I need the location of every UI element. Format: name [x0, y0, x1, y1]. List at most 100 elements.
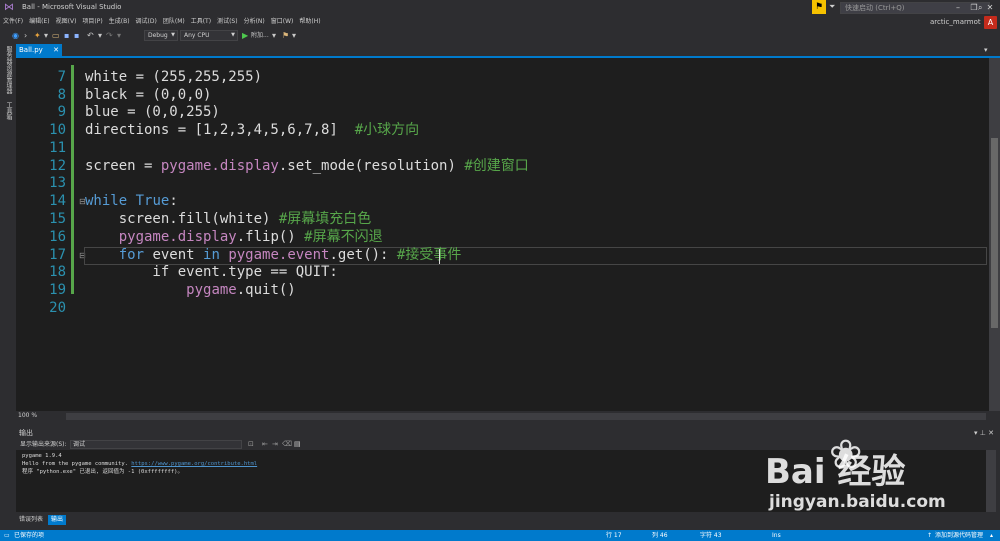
code-keyword: in — [203, 247, 220, 263]
code-text: directions = [1,2,3,4,5,6,7,8] — [85, 122, 355, 138]
status-insert-mode: Ins — [772, 532, 781, 539]
output-source-label: 显示输出来源(S): — [20, 441, 67, 448]
previous-message-icon[interactable]: ⇤ — [262, 439, 268, 450]
start-button-label[interactable]: 附加... — [251, 30, 269, 41]
undo-icon[interactable]: ↶ — [87, 30, 94, 41]
line-number: 7 — [57, 69, 66, 85]
chevron-down-icon[interactable]: ▾ — [974, 429, 978, 437]
save-icon[interactable]: ▪ — [64, 30, 69, 41]
redo-icon[interactable]: ↷ — [106, 30, 113, 41]
navigate-forward-icon[interactable]: › — [24, 30, 27, 41]
save-all-icon[interactable]: ▪ — [74, 30, 79, 41]
code-module: pygame.event — [228, 247, 330, 263]
tab-error-list[interactable]: 错误列表 — [16, 515, 46, 525]
menu-analyze[interactable]: 分析(N) — [241, 16, 268, 28]
menu-window[interactable]: 窗口(W) — [268, 16, 297, 28]
output-source-select[interactable]: 调试 — [70, 440, 242, 449]
chevron-down-icon[interactable]: ▾ — [98, 30, 102, 41]
code-keyword: while — [85, 193, 128, 209]
chevron-down-icon[interactable]: ▾ — [44, 30, 48, 41]
menu-edit[interactable]: 编辑(E) — [26, 16, 52, 28]
zoom-level-select[interactable]: 100 % — [18, 412, 37, 419]
chevron-down-icon: ▼ — [171, 32, 175, 38]
menu-view[interactable]: 视图(V) — [53, 16, 80, 28]
clear-all-icon[interactable]: ⌫ — [282, 439, 292, 450]
menu-tools[interactable]: 工具(T) — [188, 16, 214, 28]
chevron-up-icon[interactable]: ▴ — [990, 530, 993, 541]
code-text: .set_mode(resolution) — [278, 158, 465, 174]
avatar[interactable]: A — [984, 16, 997, 29]
notification-filter-icon[interactable]: ⏷ — [829, 2, 835, 12]
close-icon[interactable]: ✕ — [53, 44, 59, 56]
tab-ball-py[interactable]: Ball.py ✕ — [16, 44, 62, 56]
line-number: 12 — [49, 158, 66, 174]
add-to-source-control-button[interactable]: 添加到源代码管理 — [935, 530, 983, 541]
close-icon[interactable]: ✕ — [983, 2, 997, 14]
status-column: 列 46 — [652, 532, 668, 539]
code-line: while True: — [85, 193, 178, 210]
scrollbar-thumb[interactable] — [991, 138, 998, 328]
word-wrap-icon[interactable]: ▤ — [294, 439, 301, 450]
solution-platform-select[interactable]: Any CPU ▼ — [180, 30, 238, 41]
menu-project[interactable]: 项目(P) — [79, 16, 105, 28]
editor-horizontal-scrollbar[interactable] — [66, 413, 986, 420]
menu-test[interactable]: 测试(S) — [214, 16, 241, 28]
tab-output[interactable]: 输出 — [48, 515, 67, 525]
server-explorer-tab[interactable]: 服务器资源管理器 — [4, 46, 13, 94]
start-icon[interactable]: ▶ — [242, 30, 248, 41]
line-number: 20 — [49, 300, 66, 316]
code-editor[interactable]: 7 8 9 10 11 12 13 14 15 16 17 18 19 20 ⊟… — [16, 58, 989, 411]
restore-icon[interactable]: ❐ — [967, 2, 981, 14]
code-comment: #创建窗口 — [464, 158, 529, 174]
find-message-icon[interactable]: ⊡ — [248, 439, 254, 450]
line-number: 10 — [49, 122, 66, 138]
tab-list-dropdown-icon[interactable]: ▾ — [984, 46, 988, 54]
find-in-files-icon[interactable]: ⚑ — [282, 30, 289, 41]
line-number: 13 — [49, 175, 66, 191]
menu-debug[interactable]: 调试(D) — [133, 16, 160, 28]
panel-window-buttons[interactable]: ▾ ⊥ ✕ — [974, 428, 994, 439]
new-project-icon[interactable]: ✦ — [34, 30, 41, 41]
menu-help[interactable]: 帮助(H) — [296, 16, 323, 28]
menu-build[interactable]: 生成(B) — [106, 16, 133, 28]
minimize-icon[interactable]: – — [951, 2, 965, 14]
code-line: white = (255,255,255) — [85, 69, 262, 86]
chevron-down-icon[interactable]: ▾ — [272, 30, 276, 41]
code-text: event — [144, 247, 204, 263]
code-text: screen = — [85, 158, 161, 174]
code-keyword: for — [118, 247, 145, 263]
line-number-gutter: 7 8 9 10 11 12 13 14 15 16 17 18 19 20 — [16, 58, 66, 411]
toolbox-tab[interactable]: 工具箱 — [4, 102, 13, 120]
menu-team[interactable]: 团队(M) — [160, 16, 188, 28]
code-text: white = (255,255,255) — [85, 69, 263, 85]
status-bar: ▭ 已保存的项 行 17 列 46 字符 43 Ins ↑ 添加到源代码管理 ▴ — [0, 530, 1000, 541]
code-module: pygame.display — [118, 229, 237, 245]
toolbar-options-icon[interactable]: ▾ — [292, 30, 296, 41]
open-folder-icon[interactable]: ▭ — [52, 30, 60, 41]
code-text: if event.type == QUIT: — [85, 264, 338, 280]
navigate-back-icon[interactable]: ◉ — [12, 30, 19, 41]
line-number: 17 — [49, 247, 66, 263]
code-text: .get(): — [329, 247, 397, 263]
line-number: 15 — [49, 211, 66, 227]
close-icon[interactable]: ✕ — [988, 429, 994, 437]
editor-vertical-scrollbar[interactable] — [989, 58, 1000, 411]
status-icon: ▭ — [4, 532, 10, 539]
solution-configuration-select[interactable]: Debug ▼ — [144, 30, 178, 41]
next-message-icon[interactable]: ⇥ — [272, 439, 278, 450]
configuration-value: Debug — [148, 32, 168, 39]
source-control-arrow-icon[interactable]: ↑ — [927, 530, 932, 541]
feedback-flag-icon[interactable]: ⚑ — [812, 0, 826, 14]
document-tab-strip — [16, 44, 1000, 58]
chevron-down-icon[interactable]: ▾ — [117, 30, 121, 41]
user-name[interactable]: arctic_marmot — [930, 16, 981, 28]
menu-file[interactable]: 文件(F) — [0, 16, 26, 28]
pin-icon[interactable]: ⊥ — [980, 429, 986, 437]
output-link[interactable]: https://www.pygame.org/contribute.html — [131, 461, 257, 467]
status-character: 字符 43 — [700, 532, 722, 539]
output-vertical-scrollbar[interactable] — [986, 450, 996, 512]
line-number: 18 — [49, 264, 66, 280]
line-number: 11 — [49, 140, 66, 156]
